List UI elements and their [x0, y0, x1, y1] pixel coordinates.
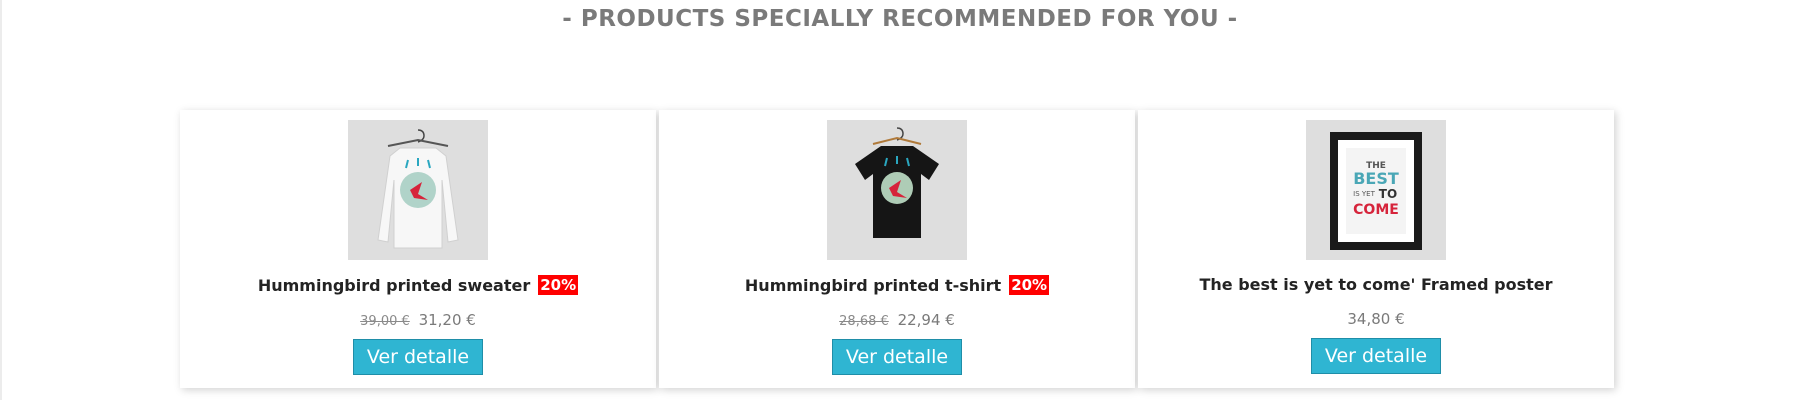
price-row: 39,00 € 31,20 €: [360, 311, 476, 329]
product-name[interactable]: Hummingbird printed sweater 20%: [258, 275, 579, 295]
page-left-border: [0, 0, 2, 400]
price-row: 34,80 €: [1347, 310, 1404, 328]
section-title: - PRODUCTS SPECIALLY RECOMMENDED FOR YOU…: [562, 6, 1238, 32]
product-image[interactable]: [348, 120, 488, 260]
current-price: 22,94 €: [897, 311, 955, 329]
old-price: 28,68 €: [839, 314, 889, 329]
tshirt-icon: [855, 127, 939, 238]
product-image[interactable]: [827, 120, 967, 260]
product-card: Hummingbird printed sweater 20% 39,00 € …: [180, 110, 656, 388]
old-price: 39,00 €: [360, 314, 410, 329]
current-price: 31,20 €: [418, 311, 476, 329]
product-name-text[interactable]: Hummingbird printed sweater: [258, 276, 530, 295]
poster-text-line: BEST: [1353, 169, 1399, 188]
product-name-text[interactable]: Hummingbird printed t-shirt: [745, 276, 1001, 295]
product-image[interactable]: THE BEST IS YET TO COME: [1306, 120, 1446, 260]
product-name[interactable]: The best is yet to come' Framed poster: [1199, 275, 1552, 294]
product-name[interactable]: Hummingbird printed t-shirt 20%: [745, 275, 1050, 295]
price-row: 28,68 € 22,94 €: [839, 311, 955, 329]
view-detail-button[interactable]: Ver detalle: [832, 339, 962, 375]
poster-text-line: IS YET: [1353, 190, 1375, 198]
poster-text-line: TO: [1379, 187, 1397, 201]
current-price: 34,80 €: [1347, 310, 1405, 328]
product-card: THE BEST IS YET TO COME The best is yet …: [1138, 110, 1614, 388]
view-detail-button[interactable]: Ver detalle: [1311, 338, 1441, 374]
sweater-icon: [377, 129, 459, 249]
product-card: Hummingbird printed t-shirt 20% 28,68 € …: [659, 110, 1135, 388]
products-row: Hummingbird printed sweater 20% 39,00 € …: [180, 110, 1614, 388]
poster-text-line: COME: [1353, 202, 1399, 218]
view-detail-button[interactable]: Ver detalle: [353, 339, 483, 375]
framed-poster-icon: THE BEST IS YET TO COME: [1330, 132, 1422, 250]
product-name-text[interactable]: The best is yet to come' Framed poster: [1199, 275, 1552, 294]
discount-badge: 20%: [538, 275, 579, 295]
discount-badge: 20%: [1009, 275, 1050, 295]
